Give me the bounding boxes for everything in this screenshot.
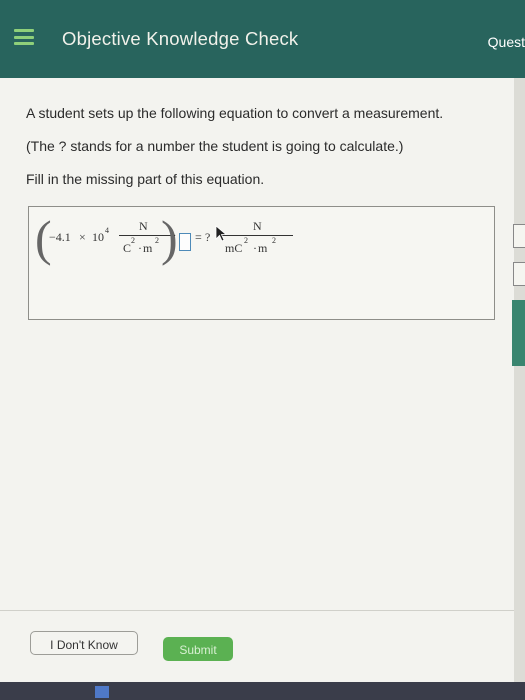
power-base: 10 [92, 230, 104, 244]
page-title: Objective Knowledge Check [62, 28, 299, 49]
lhs-unit-denominator-m-exp: 2 [155, 236, 159, 245]
rhs-fraction-bar [221, 235, 293, 236]
equals-sign: = [195, 230, 202, 244]
rhs-unit-numerator: N [253, 219, 262, 233]
unknown-value: ? [205, 230, 211, 244]
hamburger-menu-icon[interactable] [14, 29, 34, 45]
os-taskbar [0, 682, 525, 700]
lhs-unit-denominator-dot: · [138, 241, 142, 255]
multiply-dot: · [173, 231, 177, 242]
rhs-unit-denominator-m-exp: 2 [272, 236, 276, 245]
side-tool-button-1[interactable] [513, 224, 525, 248]
rhs-unit-denominator-m: m [258, 241, 268, 255]
rhs-unit-denominator-mc-exp: 2 [244, 236, 248, 245]
question-text-line-3: Fill in the missing part of this equatio… [26, 171, 265, 187]
footer-divider [0, 610, 514, 611]
side-green-tab[interactable] [512, 300, 525, 366]
question-text-line-1: A student sets up the following equation… [26, 105, 444, 121]
dont-know-button[interactable]: I Don't Know [30, 631, 138, 655]
lhs-unit-denominator-c: C [123, 241, 132, 255]
mouse-cursor-icon [215, 225, 228, 242]
app-header: Objective Knowledge Check Quest [0, 0, 525, 78]
taskbar-app-icon[interactable] [95, 686, 109, 698]
lhs-unit-numerator: N [139, 219, 148, 233]
times-sign: × [79, 230, 86, 244]
answer-box: ( −4.1 × 10 4 N C 2 · m 2 ) · = ? N mC 2… [28, 206, 495, 320]
rhs-unit-denominator-mc: mC [225, 241, 243, 255]
lhs-unit-denominator-m: m [143, 241, 153, 255]
coefficient: −4.1 [49, 230, 71, 244]
question-nav-link[interactable]: Quest [488, 34, 525, 50]
right-tools-strip [514, 78, 525, 700]
question-text-line-2: (The ? stands for a number the student i… [26, 138, 404, 154]
question-panel: A student sets up the following equation… [0, 78, 514, 700]
missing-factor-input[interactable] [179, 233, 191, 251]
lhs-unit-denominator-c-exp: 2 [131, 236, 135, 245]
rhs-unit-denominator-dot: · [253, 241, 257, 255]
conversion-equation: ( −4.1 × 10 4 N C 2 · m 2 ) · = ? N mC 2… [35, 213, 335, 275]
power-exponent: 4 [105, 226, 109, 235]
submit-button[interactable]: Submit [163, 637, 233, 661]
side-tool-button-2[interactable] [513, 262, 525, 286]
